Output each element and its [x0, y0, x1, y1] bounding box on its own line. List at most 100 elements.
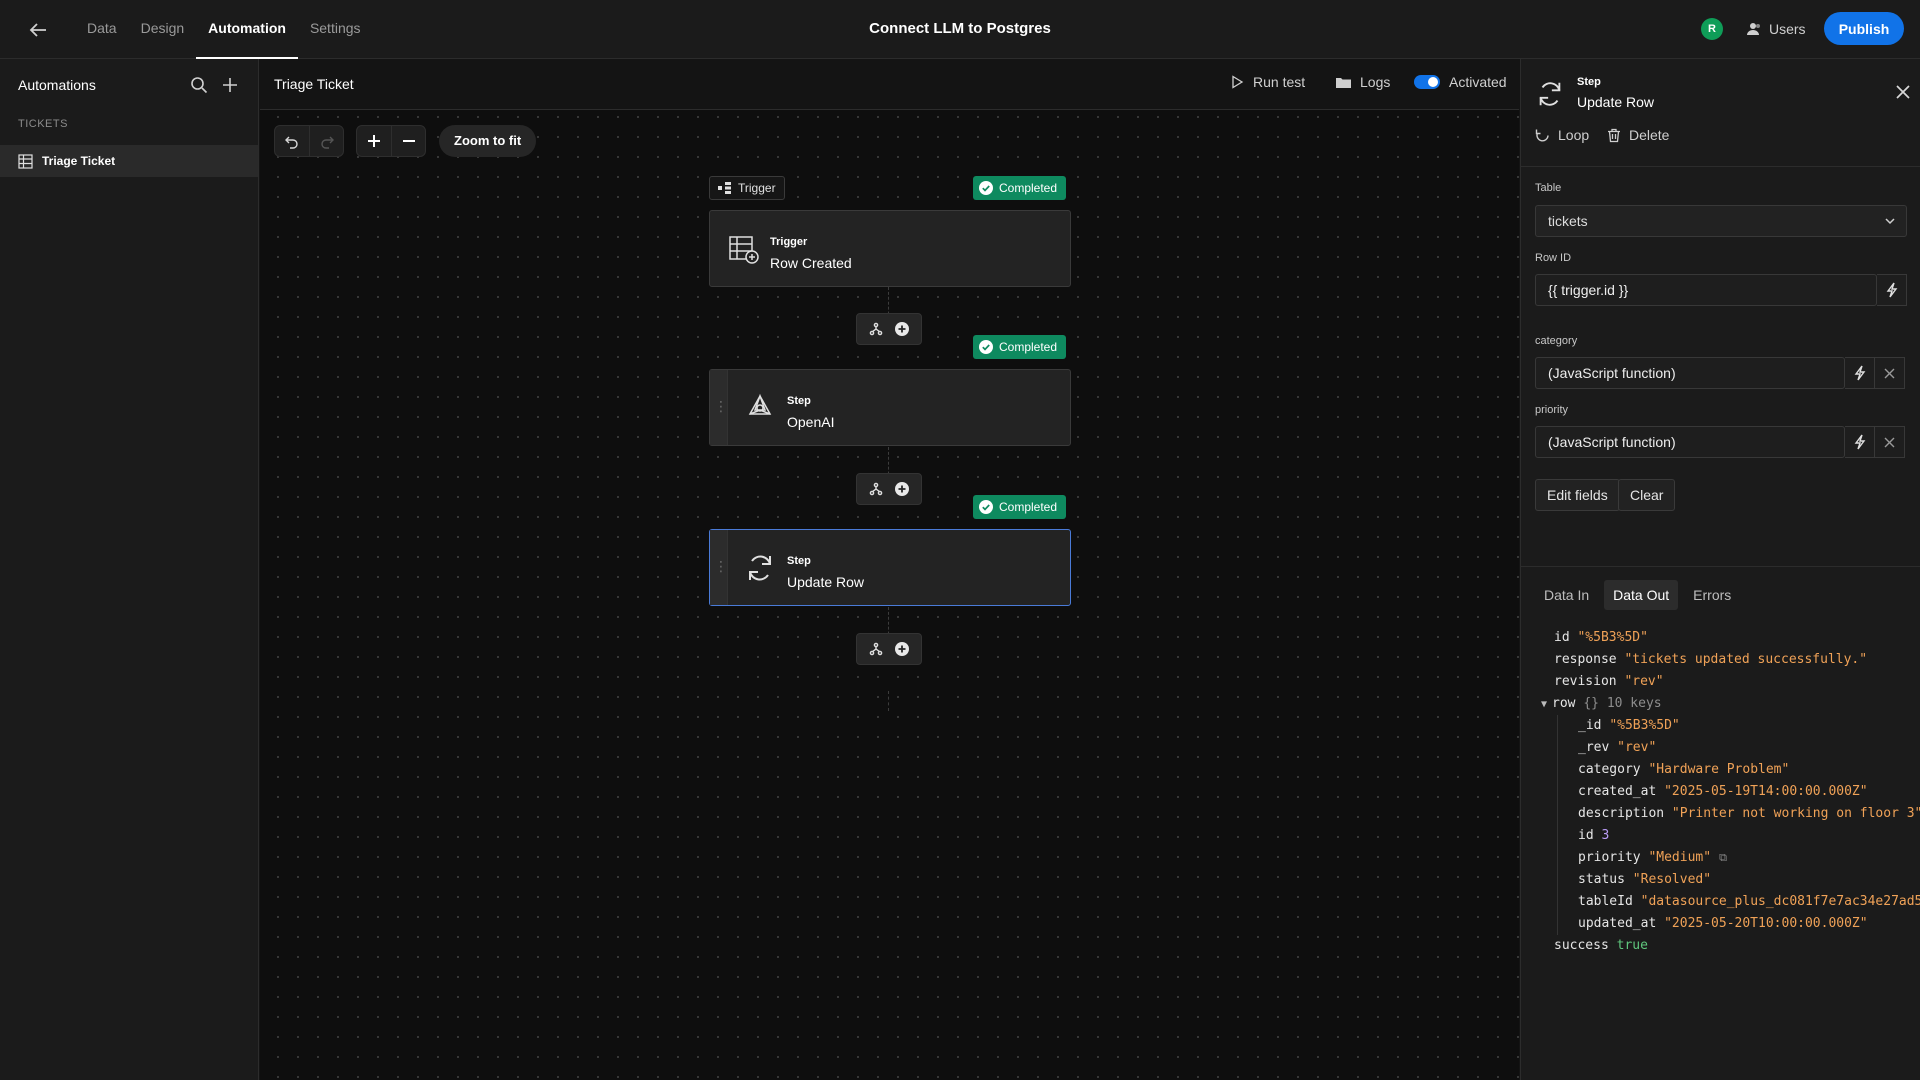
branch-button[interactable]: [866, 639, 886, 659]
output-row-toggle[interactable]: ▼ row {} 10 keys: [1521, 693, 1920, 715]
add-step-button[interactable]: [892, 319, 912, 339]
branch-button[interactable]: [866, 319, 886, 339]
sidebar-heading: Automations: [18, 77, 96, 93]
close-icon[interactable]: [1894, 83, 1912, 101]
tab-errors[interactable]: Errors: [1684, 580, 1740, 610]
priority-clear-button[interactable]: [1875, 426, 1905, 458]
redo-button[interactable]: [309, 126, 343, 156]
add-step-button[interactable]: [892, 639, 912, 659]
add-icon[interactable]: [219, 74, 241, 96]
plus-circle-icon: [895, 482, 909, 496]
node-name: Row Created: [770, 255, 852, 271]
sidebar-item-triage-ticket[interactable]: Triage Ticket: [0, 145, 258, 177]
loop-button[interactable]: Loop: [1535, 127, 1589, 143]
undo-button[interactable]: [275, 126, 309, 156]
output-row: id 3: [1521, 825, 1920, 847]
output-value: "tickets updated successfully.": [1624, 652, 1868, 667]
automation-canvas[interactable]: Triage Ticket Run test Logs Activated Zo…: [260, 59, 1519, 1080]
nav-data[interactable]: Data: [75, 0, 129, 59]
close-icon: [1884, 368, 1895, 378]
rowid-binding-button[interactable]: [1877, 274, 1907, 306]
status-label: Completed: [999, 340, 1058, 354]
delete-label: Delete: [1629, 127, 1670, 143]
run-test-button[interactable]: Run test: [1230, 74, 1305, 90]
output-meta: {} 10 keys: [1583, 696, 1662, 711]
priority-input[interactable]: (JavaScript function): [1535, 426, 1845, 458]
category-binding-button[interactable]: [1845, 357, 1875, 389]
tab-data-in[interactable]: Data In: [1535, 580, 1598, 610]
status-label: Completed: [999, 181, 1058, 195]
clear-button[interactable]: Clear: [1618, 479, 1676, 511]
close-icon: [1884, 437, 1895, 447]
category-input[interactable]: (JavaScript function): [1535, 357, 1845, 389]
zoom-in-button[interactable]: [357, 126, 391, 156]
nav-automation[interactable]: Automation: [196, 0, 298, 59]
users-button[interactable]: Users: [1746, 18, 1806, 40]
output-key: success: [1554, 938, 1617, 953]
plus-icon: [368, 135, 380, 147]
avatar[interactable]: R: [1701, 18, 1723, 40]
output-row: response "tickets updated successfully.": [1521, 649, 1920, 671]
history-toolbar: [274, 125, 344, 157]
table-add-icon: [729, 236, 759, 264]
drag-handle[interactable]: [710, 530, 728, 605]
undo-icon: [285, 136, 298, 149]
refresh-icon: [1539, 82, 1561, 106]
search-icon[interactable]: [188, 74, 210, 96]
copy-icon[interactable]: ⧉: [1719, 847, 1727, 869]
nav-design[interactable]: Design: [129, 0, 197, 59]
step-node-update-row[interactable]: Step Update Row: [709, 529, 1071, 606]
node-name: OpenAI: [787, 414, 835, 430]
table-select[interactable]: tickets: [1535, 205, 1907, 237]
delete-button[interactable]: Delete: [1607, 127, 1669, 143]
automations-sidebar: Automations TICKETS Triage Ticket: [0, 59, 259, 1080]
trigger-flow-icon: [718, 182, 731, 194]
minus-icon: [402, 140, 415, 142]
edit-fields-button[interactable]: Edit fields: [1535, 479, 1620, 511]
run-test-label: Run test: [1253, 74, 1306, 90]
users-icon: [1747, 23, 1760, 35]
drag-handle[interactable]: [710, 370, 728, 445]
branch-icon: [869, 642, 883, 656]
node-kicker: Step: [787, 395, 811, 407]
nav-settings[interactable]: Settings: [298, 0, 373, 59]
output-row: category "Hardware Problem": [1521, 759, 1920, 781]
logs-label: Logs: [1360, 74, 1391, 90]
zoom-to-fit-button[interactable]: Zoom to fit: [439, 125, 537, 157]
category-clear-button[interactable]: [1875, 357, 1905, 389]
zoom-out-button[interactable]: [391, 126, 425, 156]
data-tabs: Data In Data Out Errors: [1535, 580, 1740, 610]
rowid-input[interactable]: {{ trigger.id }}: [1535, 274, 1877, 306]
output-value: "Medium": [1648, 850, 1712, 865]
add-step-button[interactable]: [892, 479, 912, 499]
sidebar-item-label: Triage Ticket: [42, 154, 116, 168]
activated-toggle[interactable]: [1414, 75, 1440, 89]
caret-down-icon: ▼: [1541, 699, 1548, 710]
step-node-openai[interactable]: Step OpenAI: [709, 369, 1071, 446]
connector-line: [888, 691, 889, 711]
node-name: Update Row: [787, 574, 865, 590]
logs-button[interactable]: Logs: [1336, 74, 1390, 90]
output-row: id "%5B3%5D": [1521, 627, 1920, 649]
output-value: true: [1616, 938, 1648, 953]
lightning-icon: [1854, 365, 1865, 381]
output-key: _id: [1578, 718, 1610, 733]
output-row: tableId "datasource_plus_dc081f7e7ac34e2…: [1521, 891, 1920, 913]
output-value: "rev": [1624, 674, 1664, 689]
table-label: Table: [1535, 182, 1562, 194]
branch-button[interactable]: [866, 479, 886, 499]
publish-button[interactable]: Publish: [1824, 12, 1904, 45]
branch-icon: [869, 482, 883, 496]
priority-binding-button[interactable]: [1845, 426, 1875, 458]
output-row: _rev "rev": [1521, 737, 1920, 759]
tab-data-out[interactable]: Data Out: [1604, 580, 1679, 610]
output-value: "Resolved": [1632, 872, 1712, 887]
back-arrow-icon[interactable]: [26, 18, 50, 42]
check-circle-icon: [979, 340, 993, 354]
trigger-node-row-created[interactable]: Trigger Row Created: [709, 210, 1071, 287]
output-row: status "Resolved": [1521, 869, 1920, 891]
zoom-toolbar: [356, 125, 426, 157]
output-value: "Printer not working on floor 3": [1671, 806, 1920, 821]
branch-icon: [869, 322, 883, 336]
output-row: updated_at "2025-05-20T10:00:00.000Z": [1521, 913, 1920, 935]
